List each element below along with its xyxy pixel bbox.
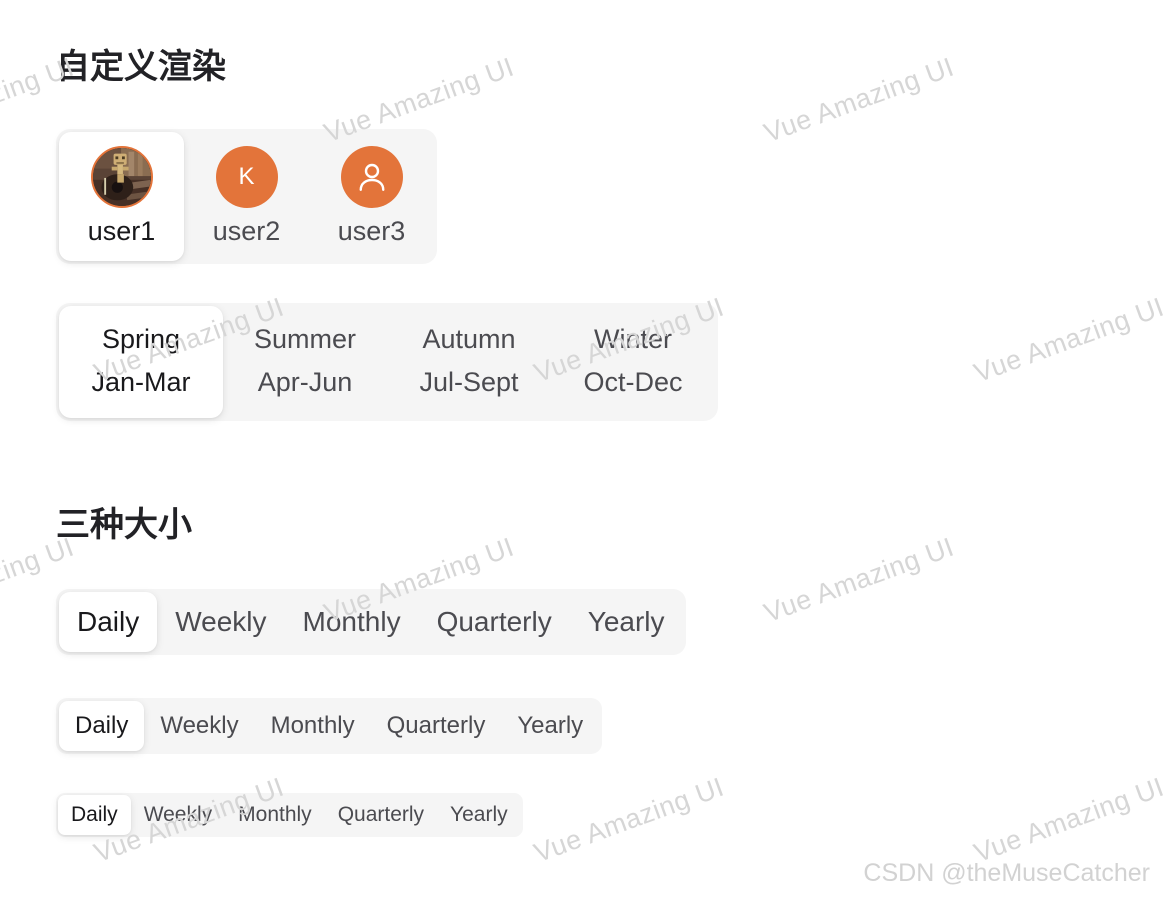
segmented-item-yearly[interactable]: Yearly (570, 592, 683, 652)
segmented-item-label: user3 (337, 216, 406, 246)
segmented-control-users[interactable]: user1 K user2 user3 (56, 129, 437, 264)
segmented-item-yearly[interactable]: Yearly (437, 795, 521, 835)
segmented-item-title: Autumn (422, 324, 516, 354)
segmented-item-user2[interactable]: K user2 (184, 132, 309, 261)
segmented-item-user1[interactable]: user1 (59, 132, 184, 261)
segmented-item-spring[interactable]: Spring Jan-Mar (59, 306, 223, 418)
segmented-item-quarterly[interactable]: Quarterly (419, 592, 570, 652)
segmented-item-daily[interactable]: Daily (58, 795, 131, 835)
segmented-item-label: user1 (87, 216, 156, 246)
segmented-item-daily[interactable]: Daily (59, 701, 145, 751)
segmented-item-weekly[interactable]: Weekly (157, 592, 284, 652)
watermark-text: Vue Amazing UI (970, 291, 1164, 389)
watermark-text: Vue Amazing UI (530, 771, 728, 869)
segmented-item-winter[interactable]: Winter Oct-Dec (551, 306, 715, 418)
guitar-figure-photo-icon (90, 146, 153, 208)
segmented-item-weekly[interactable]: Weekly (131, 795, 225, 835)
segmented-item-yearly[interactable]: Yearly (501, 701, 599, 751)
letter-avatar-icon: K (215, 146, 278, 208)
segmented-item-subtitle: Apr-Jun (257, 367, 353, 397)
segmented-item-monthly[interactable]: Monthly (285, 592, 419, 652)
segmented-control-small[interactable]: Daily Weekly Monthly Quarterly Yearly (56, 793, 523, 837)
segmented-item-title: Winter (593, 324, 672, 354)
segmented-item-quarterly[interactable]: Quarterly (325, 795, 437, 835)
segmented-item-weekly[interactable]: Weekly (144, 701, 254, 751)
segmented-item-monthly[interactable]: Monthly (255, 701, 371, 751)
segmented-control-seasons[interactable]: Spring Jan-Mar Summer Apr-Jun Autumn Jul… (56, 303, 718, 421)
segmented-item-summer[interactable]: Summer Apr-Jun (223, 306, 387, 418)
watermark-text: Vue Amazing UI (760, 531, 958, 629)
segmented-item-title: Spring (101, 324, 181, 354)
segmented-control-large[interactable]: Daily Weekly Monthly Quarterly Yearly (56, 589, 686, 655)
segmented-control-medium[interactable]: Daily Weekly Monthly Quarterly Yearly (56, 698, 603, 754)
segmented-item-subtitle: Jul-Sept (419, 367, 519, 397)
segmented-item-subtitle: Oct-Dec (583, 367, 683, 397)
page-title-custom-render: 自定义渲染 (56, 47, 226, 87)
segmented-item-quarterly[interactable]: Quarterly (371, 701, 502, 751)
csdn-attribution: CSDN @theMuseCatcher (863, 859, 1150, 887)
watermark-text: Vue Amazing UI (970, 771, 1164, 869)
watermark-text: Vue Amazing UI (760, 51, 958, 149)
segmented-item-label: user2 (212, 216, 281, 246)
avatar-letter: K (238, 163, 255, 190)
segmented-item-subtitle: Jan-Mar (91, 367, 191, 397)
segmented-item-title: Summer (253, 324, 356, 354)
segmented-item-user3[interactable]: user3 (309, 132, 434, 261)
segmented-item-daily[interactable]: Daily (59, 592, 158, 652)
segmented-item-autumn[interactable]: Autumn Jul-Sept (387, 306, 551, 418)
user-icon (340, 146, 403, 208)
page-title-three-sizes: 三种大小 (56, 505, 192, 545)
segmented-item-monthly[interactable]: Monthly (225, 795, 325, 835)
